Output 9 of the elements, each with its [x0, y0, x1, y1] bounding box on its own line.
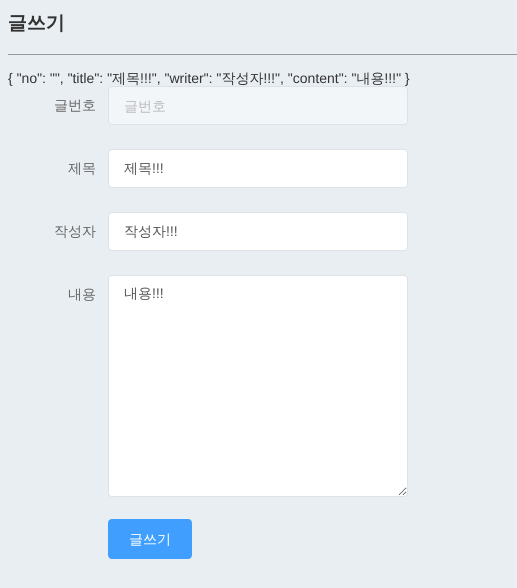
- field-label: 글번호: [53, 96, 96, 115]
- input-field[interactable]: 제목!!!: [108, 149, 408, 188]
- field-label: 작성자: [53, 222, 96, 241]
- field-label: 제목: [67, 159, 96, 178]
- page-title: 글쓰기: [7, 12, 66, 36]
- debug-text: { "no": "", "title": "제목!!!", "writer": "작성자!!!", "content": "내용!!!" }: [7, 69, 411, 88]
- field-label: 내용: [67, 285, 96, 304]
- content-textarea[interactable]: 내용!!!: [108, 275, 408, 497]
- input-field[interactable]: 작성자!!!: [108, 212, 408, 251]
